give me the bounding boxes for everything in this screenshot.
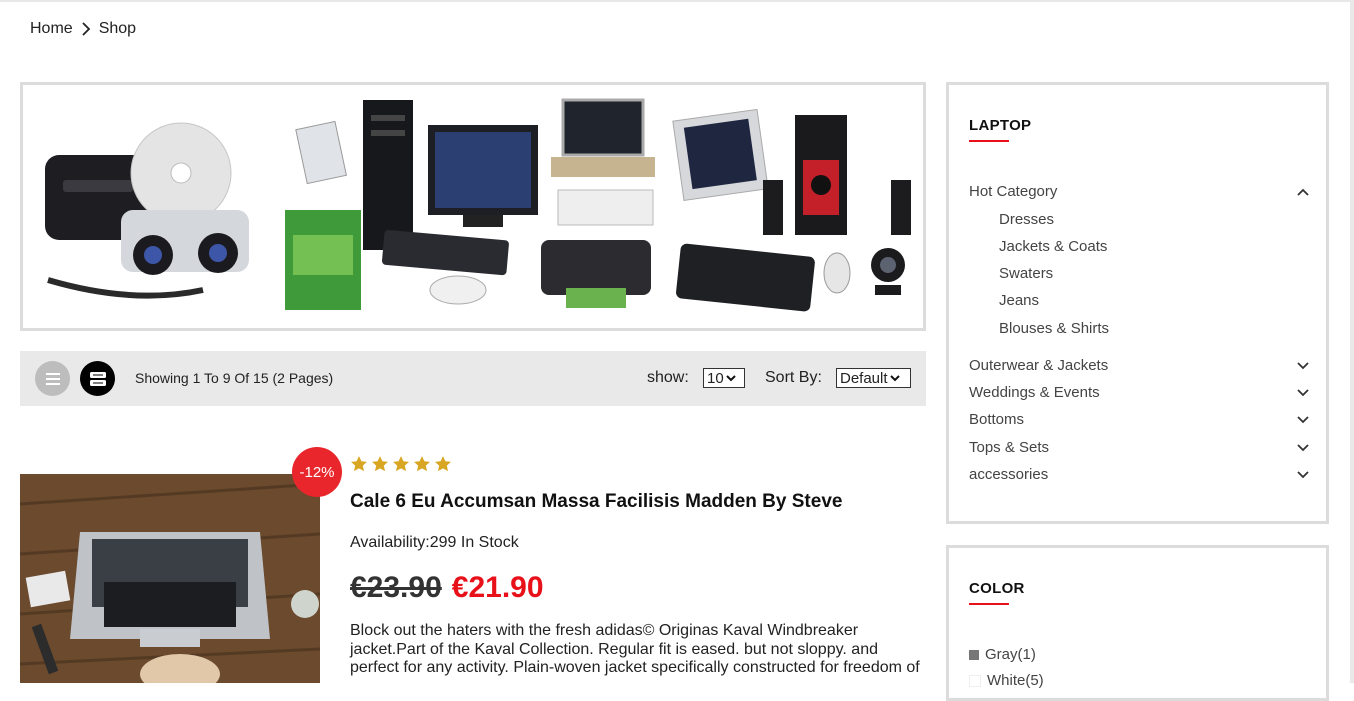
old-price: €23.90: [350, 571, 442, 604]
star-icon: [372, 456, 388, 472]
electronics-banner-image: [23, 85, 923, 328]
sale-price: €21.90: [451, 571, 544, 604]
category-weddings-events[interactable]: Weddings & Events: [969, 384, 1309, 401]
sort-value: Default: [840, 369, 888, 387]
category-label: Bottoms: [969, 411, 1025, 428]
color-label: Gray(1): [985, 646, 1036, 663]
chevron-right-icon: [81, 22, 91, 36]
subcategory-swaters[interactable]: Swaters: [999, 265, 1053, 282]
sort-label: Sort By:: [765, 369, 822, 386]
list-view-button[interactable]: [35, 361, 70, 396]
grid-view-button[interactable]: [80, 361, 115, 396]
category-label: Outerwear & Jackets: [969, 357, 1109, 374]
grid-icon: [89, 371, 106, 386]
chevron-down-icon: [1297, 384, 1309, 401]
title-underline: [969, 140, 1009, 142]
scrollbar-track[interactable]: [1350, 0, 1354, 683]
breadcrumb-home-link[interactable]: Home: [30, 20, 73, 38]
chevron-down-icon: [1297, 411, 1309, 428]
laptop-photo: [20, 474, 320, 683]
product-toolbar: Showing 1 To 9 Of 15 (2 Pages) show: 10 …: [20, 351, 926, 406]
category-tops-sets[interactable]: Tops & Sets: [969, 439, 1309, 456]
star-icon: [414, 456, 430, 472]
results-count: Showing 1 To 9 Of 15 (2 Pages): [135, 370, 334, 386]
panel-title-laptop: LAPTOP: [969, 117, 1032, 134]
subcategory-dresses[interactable]: Dresses: [999, 211, 1054, 228]
subcategory-blouses-shirts[interactable]: Blouses & Shirts: [999, 320, 1109, 337]
chevron-up-icon: [1297, 183, 1309, 200]
product-description: Block out the haters with the fresh adid…: [350, 622, 920, 676]
availability-text: Availability:299 In Stock: [350, 534, 519, 551]
laptop-category-panel: LAPTOP Hot Category Dresses Jackets & Co…: [946, 82, 1329, 524]
color-filter-panel: COLOR Gray(1) White(5): [946, 545, 1329, 701]
color-filter-gray[interactable]: Gray(1): [969, 646, 1036, 663]
category-label: Tops & Sets: [969, 439, 1050, 456]
chevron-down-icon: [1297, 439, 1309, 456]
discount-badge: -12%: [292, 447, 342, 497]
star-icon: [393, 456, 409, 472]
show-label: show:: [647, 369, 689, 386]
category-label: Hot Category: [969, 183, 1058, 200]
color-filter-white[interactable]: White(5): [969, 672, 1044, 689]
top-border: [0, 0, 1354, 2]
panel-title-color: COLOR: [969, 580, 1025, 597]
category-label: accessories: [969, 466, 1049, 483]
color-swatch: [969, 674, 981, 687]
star-icon: [351, 456, 367, 472]
title-underline: [969, 603, 1009, 605]
breadcrumb: Home Shop: [30, 20, 136, 38]
category-accessories[interactable]: accessories: [969, 466, 1309, 483]
chevron-down-icon: [889, 374, 900, 382]
list-icon: [45, 372, 60, 385]
breadcrumb-current: Shop: [98, 20, 137, 37]
price-block: €23.90 €21.90: [350, 571, 544, 605]
show-count-select[interactable]: 10: [703, 368, 745, 388]
category-label: Weddings & Events: [969, 384, 1100, 401]
product-title-link[interactable]: Cale 6 Eu Accumsan Massa Facilisis Madde…: [350, 491, 842, 513]
chevron-down-icon: [1297, 466, 1309, 483]
category-hot-category[interactable]: Hot Category: [969, 183, 1309, 200]
chevron-down-icon: [1297, 357, 1309, 374]
sort-select[interactable]: Default: [836, 368, 911, 388]
color-label: White(5): [987, 672, 1044, 689]
subcategory-jackets-coats[interactable]: Jackets & Coats: [999, 238, 1107, 255]
category-banner: [20, 82, 926, 331]
chevron-down-icon: [725, 374, 736, 382]
show-count-value: 10: [707, 369, 724, 387]
star-rating: [350, 455, 452, 473]
color-swatch: [969, 649, 979, 660]
category-outerwear-jackets[interactable]: Outerwear & Jackets: [969, 357, 1309, 374]
product-image[interactable]: [20, 474, 320, 683]
star-icon: [435, 456, 451, 472]
category-bottoms[interactable]: Bottoms: [969, 411, 1309, 428]
subcategory-jeans[interactable]: Jeans: [999, 292, 1039, 309]
